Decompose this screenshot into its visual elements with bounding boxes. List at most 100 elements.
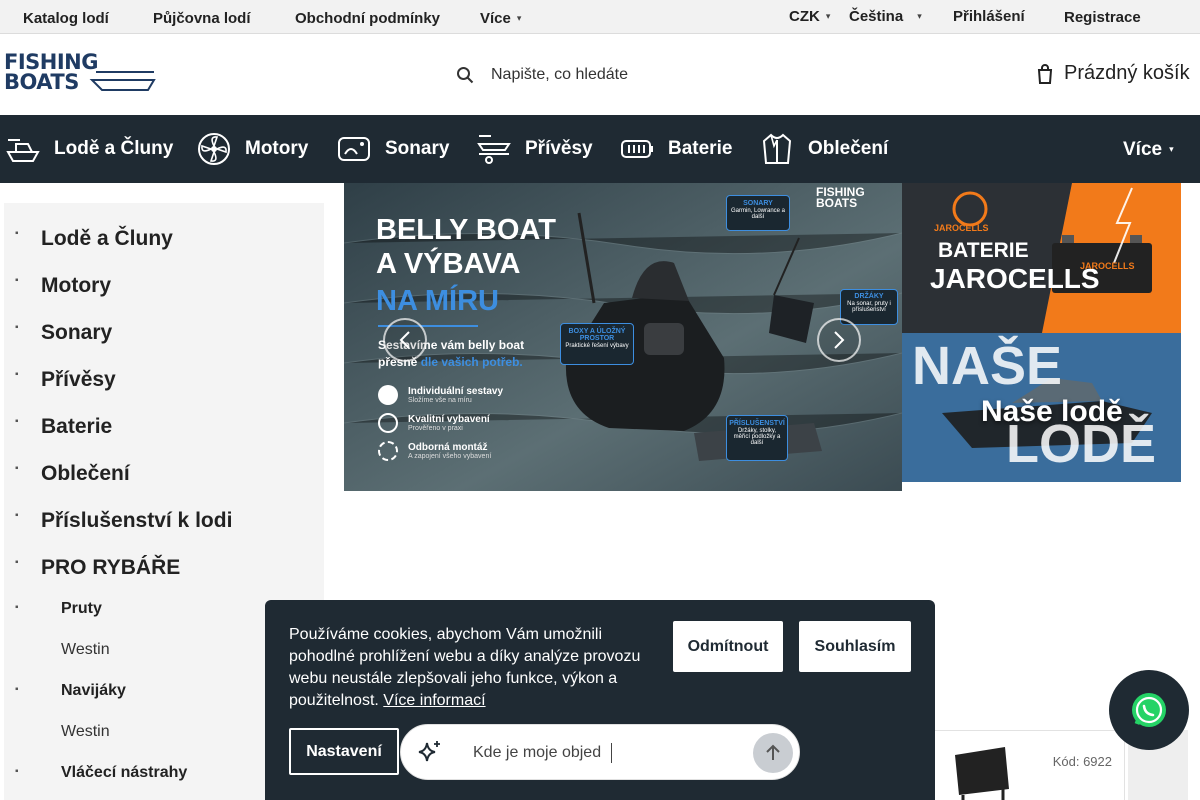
- currency-selector[interactable]: CZK ▾: [789, 8, 830, 25]
- sidebar-subitem-label: Westin: [61, 723, 110, 740]
- product-card[interactable]: Kód: 6922: [930, 730, 1125, 800]
- register-link[interactable]: Registrace: [1064, 9, 1141, 26]
- sidebar-item-accessories[interactable]: ▪ Příslušenství k lodi: [4, 495, 324, 542]
- product-code: Kód: 6922: [1052, 754, 1112, 769]
- sidebar-item-motors[interactable]: ▪ Motory: [4, 260, 324, 307]
- bullet-icon: ▪: [15, 416, 19, 427]
- boats-banner-label: Naše lodě: [981, 395, 1123, 428]
- nav-item-motors[interactable]: Motory: [197, 132, 308, 166]
- chevron-right-icon: [834, 331, 845, 349]
- slider-next-button[interactable]: [817, 318, 861, 362]
- nav-label: Motory: [245, 138, 309, 159]
- nav-item-boats[interactable]: Lodě a Čluny: [6, 132, 173, 166]
- gear-icon: [378, 441, 398, 461]
- battery-brand: JAROCELLS: [934, 223, 989, 233]
- cookie-text: Používáme cookies, abychom Vám umožnili …: [289, 624, 659, 712]
- sidebar-item-boats[interactable]: ▪ Lodě a Čluny: [4, 213, 324, 260]
- battery-icon: [621, 140, 653, 158]
- product-image: [955, 747, 1009, 800]
- banner-title: BELLY BOAT A VÝBAVA NA MÍRU: [376, 213, 556, 318]
- sidebar-subitem-label: Navijáky: [61, 682, 126, 699]
- sonar-icon: [338, 137, 370, 161]
- login-link[interactable]: Přihlášení: [953, 8, 1025, 25]
- cookie-settings-button[interactable]: Nastavení: [289, 728, 399, 775]
- chat-placeholder[interactable]: Kde je moje objed: [473, 744, 601, 762]
- nav-label: Baterie: [668, 138, 733, 159]
- sidebar-item-clothing[interactable]: ▪ Oblečení: [4, 448, 324, 495]
- whatsapp-icon: [1132, 693, 1166, 727]
- shield-check-icon: [378, 413, 398, 433]
- sidebar-item-trailers[interactable]: ▪ Přívěsy: [4, 354, 324, 401]
- sidebar-item-label: Baterie: [41, 415, 113, 438]
- feature-title: Individuální sestavy: [408, 386, 504, 397]
- bullet-icon: ▪: [15, 369, 19, 380]
- jacket-icon: [762, 133, 792, 164]
- nav-label: Sonary: [385, 138, 450, 159]
- bullet-icon: ▪: [15, 510, 19, 521]
- currency-label: CZK: [789, 8, 820, 25]
- boats-bg-word: NAŠE: [912, 336, 1063, 396]
- callout-title: PŘÍSLUŠENSTVÍ: [729, 420, 785, 427]
- nav-more-label: Více: [1123, 139, 1163, 160]
- bullet-icon: ▪: [15, 322, 19, 333]
- cookie-more-info-link[interactable]: Více informací: [383, 692, 485, 709]
- callout-desc: Držáky, stolky, měřicí podložky a další: [733, 428, 781, 446]
- chevron-left-icon: [399, 331, 410, 349]
- callout-boxes: BOXY A ÚLOŽNÝ PROSTOR Praktické řešení v…: [560, 323, 634, 365]
- feature-desc: A zapojení všeho vybavení: [408, 453, 492, 460]
- bullet-icon: ▪: [15, 766, 19, 777]
- callout-title: BOXY A ÚLOŽNÝ PROSTOR: [568, 328, 626, 342]
- language-label: Čeština: [849, 8, 904, 25]
- side-banner-our-boats[interactable]: NAŠE LODĚ Naše lodě: [902, 333, 1181, 482]
- topbar-more-dropdown[interactable]: Více ▾: [480, 10, 521, 27]
- topbar-link-rental[interactable]: Půjčovna lodí: [153, 10, 251, 27]
- topbar-link-catalog[interactable]: Katalog lodí: [23, 10, 109, 27]
- chat-send-button[interactable]: [753, 733, 793, 773]
- ai-chat-input[interactable]: Kde je moje objed: [400, 724, 800, 780]
- nav-item-trailers[interactable]: Přívěsy: [477, 132, 593, 166]
- cart-icon: [1037, 63, 1053, 84]
- nav-item-clothing[interactable]: Oblečení: [760, 132, 888, 166]
- nav-item-sonars[interactable]: Sonary: [337, 132, 449, 166]
- cart-label: Prázdný košík: [1064, 62, 1190, 84]
- main-navigation: Lodě a Čluny Motory Sonary Přívěsy Bater…: [0, 115, 1200, 183]
- bullet-icon: ▪: [15, 275, 19, 286]
- callout-desc: Garmin, Lowrance a další: [730, 208, 786, 220]
- sidebar-subitem-label: Westin: [61, 641, 110, 658]
- whatsapp-button[interactable]: [1109, 670, 1189, 750]
- sidebar-item-label: Sonary: [41, 321, 113, 344]
- banner-title-accent: NA MÍRU: [376, 285, 499, 317]
- sidebar-item-for-anglers[interactable]: ▪ PRO RYBÁŘE: [4, 542, 324, 589]
- nav-more-dropdown[interactable]: Více ▾: [1123, 139, 1174, 161]
- battery-title: BATERIE JAROCELLS: [930, 237, 1100, 293]
- slider-prev-button[interactable]: [383, 318, 427, 362]
- side-banner-batteries[interactable]: JAROCELLS BATERIE JAROCELLS JAROCELLS: [902, 183, 1181, 333]
- trailer-icon: [477, 135, 511, 164]
- callout-accessories: PŘÍSLUŠENSTVÍ Držáky, stolky, měřicí pod…: [726, 415, 788, 461]
- feature-desc: Složíme vše na míru: [408, 397, 472, 404]
- topbar-link-terms[interactable]: Obchodní podmínky: [295, 10, 440, 27]
- propeller-icon: [198, 133, 230, 165]
- language-selector[interactable]: Čeština ▾: [849, 8, 922, 25]
- sidebar-item-sonars[interactable]: ▪ Sonary: [4, 307, 324, 354]
- site-logo[interactable]: FISHING BOATS: [4, 50, 156, 94]
- sparkle-icon: [418, 741, 440, 762]
- bullet-icon: ▪: [15, 602, 19, 613]
- cookie-accept-button[interactable]: Souhlasím: [799, 621, 911, 672]
- sidebar-subitem-label: Vláčecí nástrahy: [61, 764, 188, 781]
- search-icon: [457, 67, 474, 84]
- feature-title: Kvalitní vybavení: [408, 414, 490, 425]
- search-bar[interactable]: Napište, co hledáte: [452, 62, 752, 88]
- send-arrow-icon: [766, 744, 780, 760]
- cart-button[interactable]: Prázdný košík: [1036, 62, 1190, 85]
- nav-item-batteries[interactable]: Baterie: [620, 132, 732, 166]
- search-placeholder[interactable]: Napište, co hledáte: [491, 66, 628, 84]
- sidebar-item-label: Motory: [41, 274, 111, 297]
- feature-title: Odborná montáž: [408, 442, 488, 453]
- fishing-boats-logo-icon: FISHING BOATS: [4, 50, 156, 94]
- battery-title-line: BATERIE: [938, 239, 1029, 262]
- sidebar-item-batteries[interactable]: ▪ Baterie: [4, 401, 324, 448]
- cookie-reject-button[interactable]: Odmítnout: [673, 621, 783, 672]
- banner-feature: Individuální sestavy Složíme vše na míru: [378, 385, 503, 405]
- nav-label: Lodě a Čluny: [54, 138, 174, 159]
